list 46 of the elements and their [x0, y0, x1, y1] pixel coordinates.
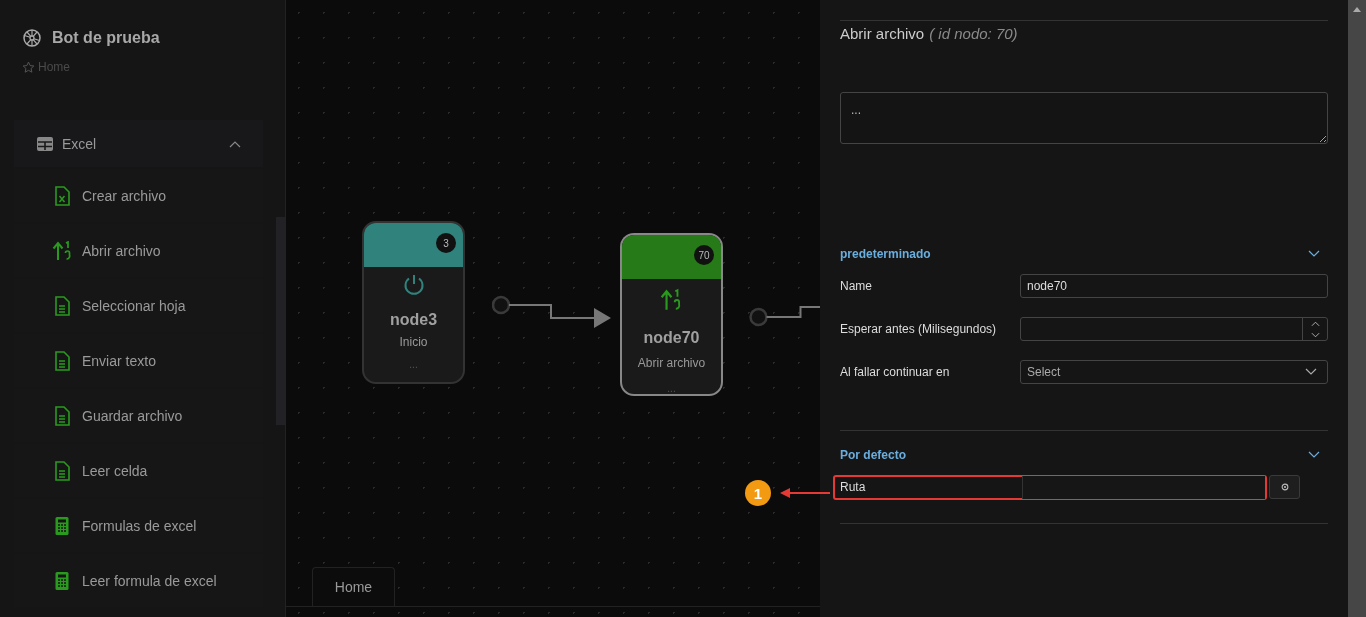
node-footer: ... — [667, 383, 676, 394]
calculator-icon — [54, 515, 70, 536]
chevron-icon — [1305, 368, 1317, 376]
up-arrow-icon[interactable] — [1353, 7, 1361, 12]
canvas-tab[interactable]: Home — [312, 567, 395, 606]
section-title[interactable]: predeterminado — [840, 247, 931, 261]
document-icon — [54, 350, 70, 371]
clear-button[interactable] — [1269, 475, 1300, 499]
flow-node[interactable]: 70 node70 Abrir archivo ... — [620, 233, 723, 396]
scrollbar[interactable] — [276, 217, 285, 425]
menu-group-header[interactable]: Excel — [14, 120, 263, 167]
flow-node[interactable]: 3 node3 Inicio ... — [362, 221, 465, 384]
callout-arrow — [780, 488, 830, 498]
up-icon[interactable] — [1310, 320, 1320, 327]
node-footer: ... — [409, 359, 418, 370]
down-icon[interactable] — [1310, 331, 1320, 338]
document-icon — [54, 295, 70, 316]
node-name: node70 — [643, 329, 700, 347]
node-id-badge: 70 — [694, 245, 714, 265]
spreadsheet-file-icon — [54, 185, 70, 206]
wheel-icon — [22, 28, 42, 48]
select-field[interactable]: Select — [1020, 360, 1328, 384]
panel-title: Abrir archivo — [840, 25, 925, 42]
node-name: node3 — [389, 311, 438, 329]
node-id-label: ( id nodo: 70) — [929, 25, 1018, 42]
document-icon — [54, 405, 70, 426]
text-field[interactable]: node70 — [1020, 274, 1328, 298]
document-icon — [54, 460, 70, 481]
table-icon — [36, 135, 54, 152]
node-id-badge: 3 — [436, 233, 456, 253]
field-label: Name — [840, 279, 873, 293]
clear-icon — [1280, 483, 1289, 491]
chevron-icon[interactable] — [1308, 451, 1320, 459]
path-field[interactable]: Ruta — [833, 474, 1267, 500]
field-label: Al fallar continuar en — [840, 365, 951, 379]
scrollbar[interactable] — [1348, 0, 1366, 617]
star-icon — [22, 60, 35, 74]
node-type: Abrir archivo — [637, 356, 706, 370]
number-field[interactable] — [1020, 317, 1328, 341]
chevron-icon[interactable] — [1308, 250, 1320, 258]
field-label: Esperar antes (Milisegundos) — [840, 322, 998, 336]
node-type: Inicio — [399, 335, 428, 349]
section-title[interactable]: Por defecto — [840, 448, 906, 462]
app-title: Bot de prueba — [52, 29, 160, 47]
description-field[interactable]: ... — [840, 92, 1328, 144]
calculator-icon — [54, 570, 70, 591]
